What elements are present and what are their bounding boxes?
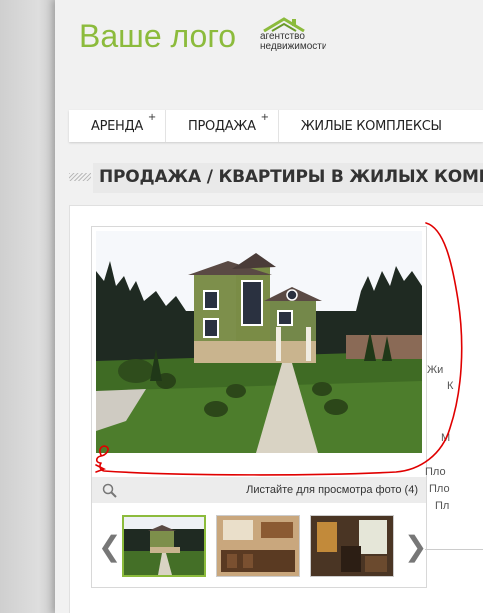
thumbnail-2[interactable] — [216, 515, 300, 577]
house-roof-icon — [263, 17, 305, 32]
page-title-bar: ПРОДАЖА / КВАРТИРЫ В ЖИЛЫХ КОМПЛЕКСАХ — [69, 163, 483, 193]
thumbnail-interior-image — [311, 516, 393, 576]
agency-label-line1: агентство — [260, 31, 305, 42]
agency-label-line2: недвижимости — [260, 42, 326, 52]
thumbnail-3[interactable] — [310, 515, 394, 577]
page-left-shadow — [0, 0, 55, 613]
content-panel: Листайте для просмотра фото (4) ❮ ❯ Жи К… — [69, 205, 483, 613]
thumbnail-1[interactable] — [122, 515, 206, 577]
title-stripes-decoration — [69, 173, 91, 181]
page: Ваше лого агентство недвижимости Аренда … — [55, 0, 483, 613]
agency-logo[interactable]: агентство недвижимости — [260, 16, 330, 56]
menu-item-label: Жилые комплексы — [300, 118, 442, 134]
submenu-plus-icon: + — [260, 112, 269, 123]
prev-arrow-icon[interactable]: ❮ — [98, 533, 121, 561]
page-title: ПРОДАЖА / КВАРТИРЫ В ЖИЛЫХ КОМПЛЕКСАХ — [99, 167, 483, 187]
detail-label: М — [441, 432, 451, 444]
menu-item-label: Аренда — [91, 118, 143, 134]
next-arrow-icon[interactable]: ❯ — [404, 533, 427, 561]
main-photo[interactable] — [96, 231, 422, 453]
thumbnail-house-image — [124, 517, 204, 575]
detail-label: К — [447, 380, 454, 392]
gallery-caption-bar: Листайте для просмотра фото (4) — [92, 477, 426, 503]
details-divider — [425, 549, 483, 550]
site-logo[interactable]: Ваше лого — [79, 18, 236, 55]
menu-item-rent[interactable]: Аренда + — [69, 110, 166, 142]
listing-details-column: Жи К М Пло Пло Пл — [425, 206, 483, 613]
gallery-caption: Листайте для просмотра фото (4) — [246, 484, 418, 496]
main-menu: Аренда + Продажа + Жилые комплексы — [69, 110, 483, 142]
house-photo-image — [96, 231, 422, 453]
thumbnail-strip: ❮ ❯ — [92, 513, 427, 583]
detail-label: Пл — [435, 500, 450, 512]
detail-label: Пло — [429, 483, 450, 495]
detail-label: Пло — [425, 466, 446, 478]
zoom-icon[interactable] — [102, 483, 118, 499]
submenu-plus-icon: + — [147, 112, 156, 123]
menu-item-sale[interactable]: Продажа + — [166, 110, 279, 142]
detail-label: Жи — [427, 364, 444, 376]
menu-item-residential-complexes[interactable]: Жилые комплексы — [279, 110, 464, 142]
photo-gallery: Листайте для просмотра фото (4) ❮ ❯ — [91, 226, 427, 588]
thumbnail-kitchen-image — [217, 516, 299, 576]
menu-item-label: Продажа — [187, 118, 256, 134]
